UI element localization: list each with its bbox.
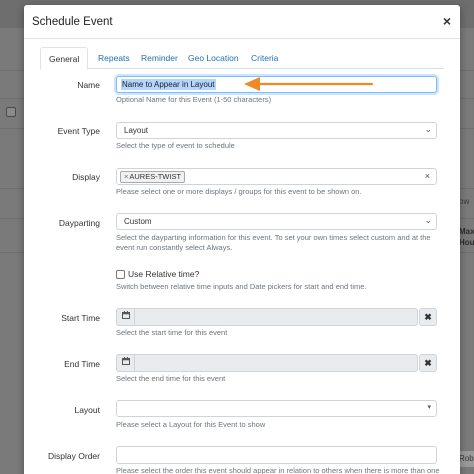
layout-label: Layout — [74, 405, 100, 415]
tab-criteria[interactable]: Criteria — [243, 47, 286, 69]
name-help: Optional Name for this Event (1-50 chara… — [116, 95, 272, 104]
dayparting-help-line2: event run constantly select Always. — [116, 243, 233, 252]
calendar-icon[interactable] — [117, 309, 135, 325]
event-type-label: Event Type — [57, 126, 100, 136]
end-time-label: End Time — [64, 359, 100, 369]
end-time-help: Select the end time for this event — [116, 374, 226, 383]
dayparting-select[interactable]: Custom ⌄ — [116, 213, 437, 230]
layout-help: Please select a Layout for this Event to… — [116, 420, 266, 429]
calendar-icon[interactable] — [117, 355, 135, 371]
tab-general[interactable]: General — [40, 47, 89, 70]
dayparting-label: Dayparting — [58, 218, 100, 228]
start-time-clear-button[interactable]: ✖ — [419, 308, 437, 326]
start-time-input[interactable] — [116, 308, 418, 326]
caret-down-icon: ▾ — [427, 404, 431, 411]
display-order-label: Display Order — [48, 451, 100, 461]
modal-title: Schedule Event — [32, 16, 113, 28]
display-select[interactable]: ×AURES-TWIST × — [116, 168, 437, 185]
schedule-event-modal: Schedule Event × General Repeats Reminde… — [24, 5, 460, 474]
modal-header: Schedule Event × — [24, 5, 460, 39]
relative-time-checkbox[interactable] — [116, 270, 125, 279]
chevron-down-icon: ⌄ — [424, 215, 432, 225]
dayparting-value: Custom — [124, 217, 152, 226]
background-text: ow — [459, 197, 470, 206]
display-order-input[interactable] — [116, 446, 437, 464]
event-type-value: Layout — [124, 126, 149, 135]
layout-select[interactable]: ▾ — [116, 400, 437, 417]
end-time-input[interactable] — [116, 354, 418, 372]
close-button[interactable]: × — [440, 13, 454, 29]
name-label: Name — [77, 80, 100, 90]
tab-repeats[interactable]: Repeats — [90, 47, 138, 69]
tab-geo-location[interactable]: Geo Location — [180, 47, 247, 69]
name-input-value: Name to Appear in Layout — [121, 79, 216, 90]
background-checkbox — [6, 107, 16, 117]
relative-time-help: Switch between relative time inputs and … — [116, 282, 367, 291]
event-type-help: Select the type of event to schedule — [116, 141, 235, 150]
background-text: Hou — [459, 238, 474, 247]
tab-bar: General Repeats Reminder Geo Location Cr… — [40, 47, 444, 70]
end-time-clear-button[interactable]: ✖ — [419, 354, 437, 372]
tag-remove-icon[interactable]: × — [124, 172, 128, 181]
display-label: Display — [72, 172, 100, 182]
display-tag: ×AURES-TWIST — [120, 171, 186, 183]
tab-reminder[interactable]: Reminder — [133, 47, 186, 69]
chevron-down-icon: ⌄ — [424, 124, 432, 134]
event-type-select[interactable]: Layout ⌄ — [116, 122, 437, 139]
start-time-label: Start Time — [61, 313, 100, 323]
start-time-help: Select the start time for this event — [116, 328, 228, 337]
display-order-help: Please select the order this event shoul… — [116, 466, 440, 474]
relative-time-label: Use Relative time? — [128, 269, 200, 279]
dayparting-help-line1: Select the dayparting information for th… — [116, 233, 431, 242]
display-help: Please select one or more displays / gro… — [116, 187, 362, 196]
clear-icon[interactable]: × — [425, 171, 430, 181]
name-input[interactable]: Name to Appear in Layout — [116, 76, 437, 93]
display-tag-label: AURES-TWIST — [129, 172, 182, 181]
